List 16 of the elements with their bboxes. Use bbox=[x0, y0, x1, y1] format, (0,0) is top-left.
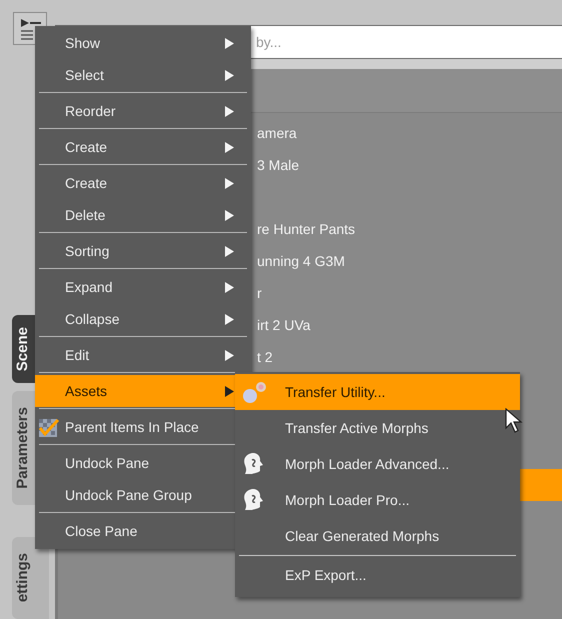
menu-item[interactable]: Expand bbox=[35, 271, 251, 303]
menu-item[interactable]: Create bbox=[35, 131, 251, 163]
menu-item[interactable]: Sorting bbox=[35, 235, 251, 267]
menu-item[interactable]: Clear Generated Morphs bbox=[235, 518, 520, 554]
menu-item[interactable]: Transfer Utility... bbox=[235, 374, 520, 410]
menu-item[interactable]: Transfer Active Morphs bbox=[235, 410, 520, 446]
menu-item[interactable]: Select bbox=[35, 59, 251, 91]
menu-item[interactable]: Morph Loader Pro... bbox=[235, 482, 520, 518]
menu-item[interactable]: Delete bbox=[35, 199, 251, 231]
menu-item[interactable]: Reorder bbox=[35, 95, 251, 127]
menu-item[interactable]: Create bbox=[35, 167, 251, 199]
cursor-icon bbox=[505, 408, 525, 434]
side-tab[interactable]: ettings bbox=[12, 537, 49, 619]
menu-item[interactable]: ExP Export... bbox=[235, 557, 520, 593]
menu-item[interactable]: Morph Loader Advanced... bbox=[235, 446, 520, 482]
circles-icon bbox=[241, 379, 269, 405]
